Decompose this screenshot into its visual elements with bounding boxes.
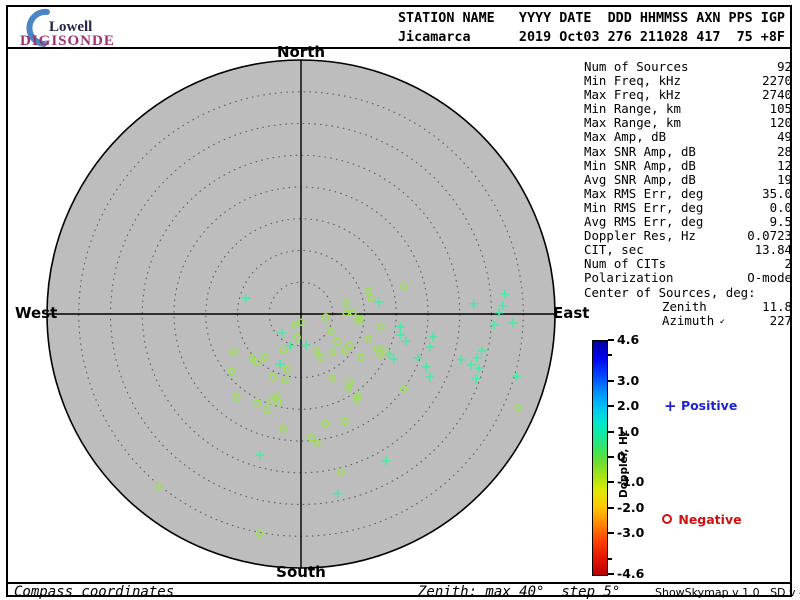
doppler-axis-label: Doppler, Hz — [618, 430, 630, 498]
stat-row: Min RMS Err, deg 0.0 — [584, 199, 792, 215]
colorbar-tick — [608, 405, 614, 408]
colorbar-tick-label: -4.6 — [617, 566, 645, 581]
legend-negative: Negative — [662, 512, 742, 527]
colorbar-tick-label: 3.0 — [617, 372, 640, 388]
colorbar-tick — [608, 379, 614, 382]
stats-panel: Num of Sources 92 Min Freq, kHz 2270 Max Fre… — [584, 59, 792, 328]
azimuth-direction-arrow-icon: ↙ — [714, 315, 726, 326]
compass-label-north: North — [276, 43, 326, 61]
colorbar-minor-tick — [608, 354, 612, 357]
stat-row: Min Range, km 105 — [584, 101, 792, 117]
version-label: ShowSkymap v 1.0 SD v 4.2 — [655, 586, 800, 599]
stat-row: Center of Sources, deg: — [584, 284, 756, 300]
colorbar-tick — [608, 481, 614, 484]
stat-row: Min Freq, kHz 2270 — [584, 73, 792, 89]
plus-icon: + — [664, 397, 677, 415]
stat-row: Num of Sources 92 — [584, 59, 792, 74]
colorbar-tick-label: -2.0 — [617, 499, 645, 515]
compass-label-south: South — [276, 563, 326, 581]
stat-row: Max Amp, dB 49 — [584, 129, 792, 145]
stat-row: Avg RMS Err, deg 9.5 — [584, 214, 792, 230]
colorbar-tick — [608, 506, 614, 509]
colorbar-tick — [608, 573, 614, 575]
colorbar-tick-label: 4.6 — [617, 332, 640, 347]
stat-row: Azimuth ↙ 227 — [662, 312, 792, 328]
coordinates-mode-label: Compass coordinates — [14, 584, 175, 600]
compass-label-west: West — [15, 304, 58, 322]
stat-row: Avg SNR Amp, dB 19 — [584, 171, 792, 187]
stat-row: Doppler Res, Hz 0.0723 — [584, 228, 792, 244]
colorbar-tick — [608, 339, 614, 341]
stat-row: Max Range, km 120 — [584, 115, 792, 131]
zenith-range-label: Zenith: max 40° step 5° — [418, 584, 621, 600]
colorbar-tick-label: 2.0 — [617, 398, 640, 414]
legend-positive-label: Positive — [680, 398, 738, 413]
colorbar-tick — [608, 430, 614, 433]
stat-row: Max SNR Amp, dB 28 — [584, 143, 792, 159]
circle-icon — [662, 514, 672, 524]
stat-row: Min SNR Amp, dB 12 — [584, 157, 792, 173]
colorbar-minor-tick — [608, 557, 612, 560]
stat-row: Num of CITs 2 — [584, 256, 792, 272]
colorbar-tick — [608, 532, 614, 535]
stat-row: Zenith 11.8 — [662, 298, 792, 314]
stat-row: Max RMS Err, deg 35.0 — [584, 185, 792, 201]
colorbar-tick-label: -3.0 — [617, 525, 645, 541]
stat-row: CIT, sec 13.84 — [584, 242, 792, 258]
legend-negative-label: Negative — [678, 512, 742, 527]
legend-positive: + Positive — [664, 397, 737, 415]
stat-row: Max Freq, kHz 2740 — [584, 87, 792, 103]
stat-row: Polarization O-mode — [584, 270, 792, 286]
